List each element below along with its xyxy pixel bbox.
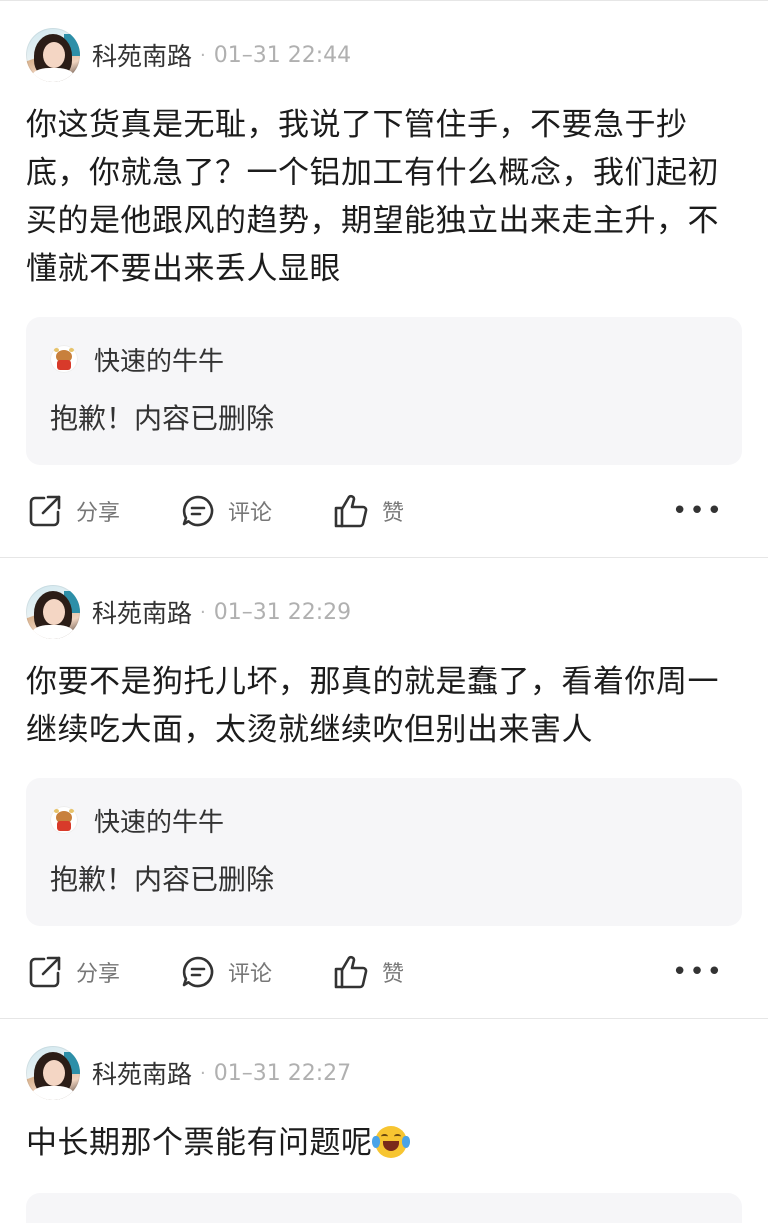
share-icon xyxy=(29,495,61,527)
quoted-avatar xyxy=(50,806,78,834)
post-divider xyxy=(0,557,768,558)
quoted-author: 快速的牛牛 xyxy=(50,800,718,840)
share-label: 分享 xyxy=(76,501,121,526)
quoted-reply[interactable]: 快速的牛牛 抱歉！内容已删除 xyxy=(26,778,742,926)
post-divider xyxy=(0,1018,768,1019)
share-label: 分享 xyxy=(76,962,121,987)
post-body[interactable]: 你这货真是无耻，我说了下管住手，不要急于抄底，你就急了？一个铝加工有什么概念，我… xyxy=(26,101,742,293)
post-item: 科苑南路 · 01–31 22:27 中长期那个票能有问题呢 xyxy=(0,1045,768,1223)
avatar[interactable] xyxy=(26,28,80,82)
more-icon[interactable]: ••• xyxy=(672,957,724,987)
thumbs-up-icon xyxy=(334,955,368,989)
comment-icon xyxy=(182,495,214,527)
thumbs-up-icon xyxy=(334,494,368,528)
post-header: 科苑南路 · 01–31 22:44 xyxy=(26,27,742,83)
share-button[interactable]: 分享 xyxy=(26,953,120,991)
comment-label: 评论 xyxy=(228,501,273,526)
share-icon xyxy=(29,956,61,988)
more-icon[interactable]: ••• xyxy=(672,496,724,526)
top-divider xyxy=(0,0,768,1)
avatar[interactable] xyxy=(26,585,80,639)
action-bar: 分享 评论 赞 ••• xyxy=(26,926,742,1018)
username[interactable]: 科苑南路 xyxy=(92,1055,192,1091)
like-button[interactable]: 赞 xyxy=(332,492,404,530)
username[interactable]: 科苑南路 xyxy=(92,594,192,630)
quoted-reply[interactable] xyxy=(26,1193,742,1223)
like-button[interactable]: 赞 xyxy=(332,953,404,991)
quoted-username: 快速的牛牛 xyxy=(94,807,225,838)
like-label: 赞 xyxy=(382,962,405,987)
comment-button[interactable]: 评论 xyxy=(180,493,272,529)
post-item: 科苑南路 · 01–31 22:44 你这货真是无耻，我说了下管住手，不要急于抄… xyxy=(0,27,768,557)
timestamp: 01–31 22:27 xyxy=(213,1060,352,1086)
quoted-username: 快速的牛牛 xyxy=(94,346,225,377)
post-item: 科苑南路 · 01–31 22:29 你要不是狗托儿坏，那真的就是蠢了，看着你周… xyxy=(0,584,768,1018)
laughing-crying-emoji-icon xyxy=(371,1126,410,1158)
separator-dot: · xyxy=(200,44,206,66)
comment-icon xyxy=(182,956,214,988)
comment-label: 评论 xyxy=(228,962,273,987)
like-label: 赞 xyxy=(382,501,405,526)
share-button[interactable]: 分享 xyxy=(26,492,120,530)
post-body-container[interactable]: 中长期那个票能有问题呢 xyxy=(26,1119,742,1167)
action-bar: 分享 评论 赞 ••• xyxy=(26,465,742,557)
quoted-text: 抱歉！内容已删除 xyxy=(50,863,275,896)
comment-button[interactable]: 评论 xyxy=(180,954,272,990)
quoted-author: 快速的牛牛 xyxy=(50,339,718,379)
quoted-reply[interactable]: 快速的牛牛 抱歉！内容已删除 xyxy=(26,317,742,465)
post-header: 科苑南路 · 01–31 22:29 xyxy=(26,584,742,640)
timestamp: 01–31 22:29 xyxy=(213,599,352,625)
username[interactable]: 科苑南路 xyxy=(92,37,192,73)
timestamp: 01–31 22:44 xyxy=(213,42,352,68)
separator-dot: · xyxy=(200,601,206,623)
post-header: 科苑南路 · 01–31 22:27 xyxy=(26,1045,742,1101)
quoted-avatar xyxy=(50,345,78,373)
post-body: 中长期那个票能有问题呢 xyxy=(26,1125,373,1161)
avatar[interactable] xyxy=(26,1046,80,1100)
post-body[interactable]: 你要不是狗托儿坏，那真的就是蠢了，看着你周一继续吃大面，太烫就继续吹但别出来害人 xyxy=(26,658,742,754)
quoted-text: 抱歉！内容已删除 xyxy=(50,402,275,435)
separator-dot: · xyxy=(200,1062,206,1084)
